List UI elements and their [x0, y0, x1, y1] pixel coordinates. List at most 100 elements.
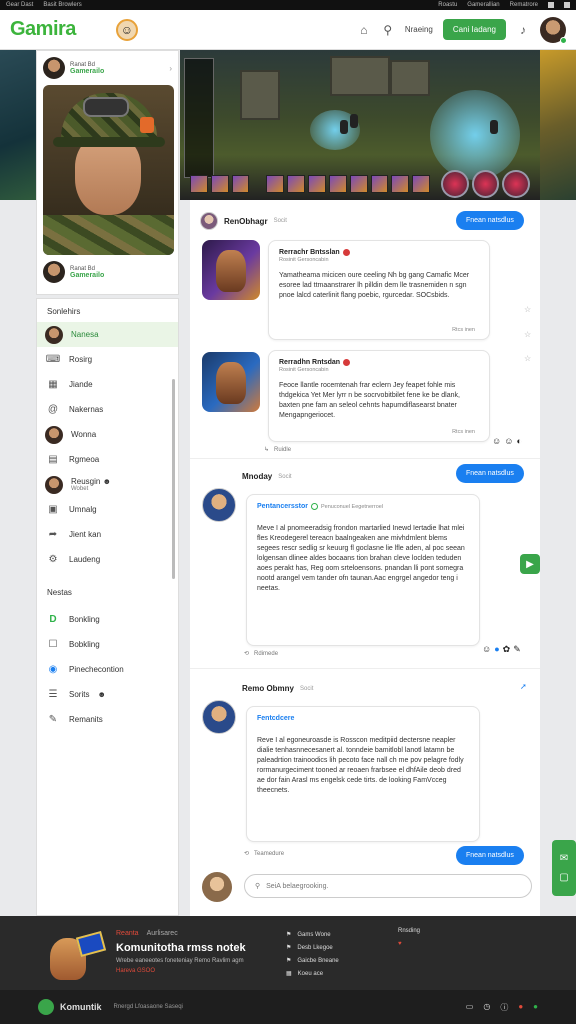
sidebar-item-nakernas[interactable]: @ Nakernas: [37, 397, 178, 422]
sidebar-item-nanesa[interactable]: Nanesa: [37, 322, 178, 347]
emoji-icon[interactable]: ●: [494, 644, 499, 655]
emoji-icon[interactable]: ☺: [504, 436, 513, 446]
hud-slot: [210, 175, 229, 193]
reaction-row[interactable]: ☺ ☺ ◐: [492, 436, 522, 446]
castle-icon[interactable]: ⌂: [357, 23, 371, 37]
follow-button[interactable]: Fnean natsdlus: [456, 846, 524, 865]
emoji-icon[interactable]: ✿: [503, 644, 511, 655]
brand-name[interactable]: Komuntik: [60, 1002, 102, 1012]
sidebar-item-pinechecontion[interactable]: ◉ Pinechecontion: [37, 657, 178, 682]
strip-text-4[interactable]: Gamerallian: [467, 2, 499, 8]
sidebar-heading: Sonlehirs: [47, 307, 81, 316]
footer-list-item[interactable]: ⚑ Gams Wone: [286, 928, 339, 941]
footer-list-item[interactable]: ▦ Koeu ace: [286, 967, 339, 980]
footer-list-item[interactable]: ⚑ Gaicbe Bneane: [286, 954, 339, 967]
minimap: [184, 58, 214, 178]
strip-text-5[interactable]: Rematrore: [510, 2, 538, 8]
avatar[interactable]: [202, 488, 236, 522]
bell-icon[interactable]: ♪: [516, 23, 530, 37]
card-thumbnail[interactable]: [202, 240, 260, 300]
sidebar-item-wonna[interactable]: Wonna: [37, 422, 178, 447]
post-header: Remo Obmny Socit: [242, 684, 313, 693]
footer-list-item[interactable]: Rnsding: [398, 928, 420, 941]
window-icon[interactable]: [548, 2, 554, 8]
card-thumbnail[interactable]: [202, 352, 260, 412]
emoji-icon[interactable]: ✎: [513, 644, 521, 655]
alert-icon[interactable]: ●: [518, 1002, 523, 1013]
sidebar-item-laudeng[interactable]: ⚙ Laudeng: [37, 547, 178, 572]
mascot-avatar[interactable]: ☺: [115, 18, 138, 41]
sidebar-item-umnalg[interactable]: ▣ Umnalg: [37, 497, 178, 522]
user-avatar[interactable]: [540, 16, 567, 44]
monitor-icon[interactable]: ▭: [466, 1002, 474, 1013]
post-author[interactable]: Remo Obmny: [242, 684, 294, 693]
post-card[interactable]: Pentancersstor Penuconuel Eegetnerroel Me…: [246, 494, 480, 646]
header-link[interactable]: Nraeing: [405, 25, 433, 34]
sidebar-item-reusgin[interactable]: Reusgin ☻ Wobet: [37, 472, 178, 497]
star-icon[interactable]: ☆: [524, 354, 531, 363]
emoji-icon[interactable]: ☺: [492, 436, 501, 446]
doc-icon[interactable]: ▢: [559, 872, 568, 883]
reply-row[interactable]: ⟲ Rdimede: [244, 650, 278, 658]
sidebar-item-bobkling[interactable]: ☐ Bobkling: [37, 632, 178, 657]
post-handle[interactable]: Fentcdcere: [257, 715, 294, 722]
post-author[interactable]: RenObhagr: [224, 217, 268, 226]
avatar[interactable]: [202, 700, 236, 734]
chat-icon[interactable]: ✉: [560, 853, 568, 864]
post-text: Meve I al pnomeeradsig frondon martarlie…: [257, 525, 465, 592]
hud-slot: [190, 175, 208, 193]
game-banner[interactable]: [180, 50, 540, 200]
chevron-right-icon[interactable]: ›: [169, 64, 172, 73]
follow-button[interactable]: Fnean natsdlus: [456, 211, 524, 230]
profile-photo[interactable]: [43, 85, 174, 255]
clock-icon[interactable]: ◷: [483, 1002, 490, 1013]
footer-title[interactable]: Komunitotha rmss notek: [116, 942, 246, 954]
search-icon[interactable]: ⚲: [381, 23, 395, 37]
reaction-row[interactable]: ☺ ● ✿ ✎: [482, 644, 521, 655]
header-cta-button[interactable]: Cani Iadang: [442, 19, 506, 40]
hud-slot: [370, 175, 389, 193]
brand-logo-icon[interactable]: [38, 999, 54, 1015]
reply-row[interactable]: ↳ Ruidle: [264, 446, 292, 454]
footer-kicker-1: Reanta: [116, 930, 139, 937]
sidebar-item-label: Jient kan: [69, 530, 102, 539]
sidebar-item-sorits[interactable]: ☰ Sorits ☻: [37, 682, 178, 707]
reply-icon: ↳: [264, 447, 270, 453]
post-card[interactable]: Fentcdcere Reve I al egoneuroasde is Ros…: [246, 706, 480, 842]
play-icon[interactable]: ▶: [520, 554, 540, 574]
star-icon[interactable]: ☆: [524, 305, 531, 314]
strip-text-3[interactable]: Roastu: [438, 2, 457, 8]
reply-label: Ruidle: [274, 446, 292, 453]
info-icon[interactable]: ⓘ: [500, 1002, 508, 1013]
news-card[interactable]: Rerrachr Bntsslan Rosinit Gersoncabin Ya…: [268, 240, 490, 340]
emoji-icon[interactable]: ☺: [482, 644, 491, 655]
sidebar-item-rosirg[interactable]: ⌨ Rosirg: [37, 347, 178, 372]
post-author[interactable]: Mnoday: [242, 472, 272, 481]
star-icon[interactable]: ☆: [524, 330, 531, 339]
footer-list-item[interactable]: ⚑ Desb Lkegoe: [286, 941, 339, 954]
floating-action-group[interactable]: ✉ ▢: [552, 840, 576, 896]
comment-input[interactable]: ⚲ SeiA belaegrooking.: [244, 874, 532, 898]
sidebar-item-remanits[interactable]: ✎ Remanits: [37, 707, 178, 732]
sidebar-item-rgmeoa[interactable]: ▤ Rgmeoa: [37, 447, 178, 472]
sidebar-item-bonkling[interactable]: D Bonkling: [37, 607, 178, 632]
share-icon[interactable]: ➚: [520, 682, 527, 691]
avatar: [45, 325, 63, 344]
follow-button[interactable]: Fnean natsdlus: [456, 464, 524, 483]
status-icon[interactable]: ●: [533, 1002, 538, 1013]
sidebar-item-jiande[interactable]: ▦ Jiande: [37, 372, 178, 397]
emoji-icon[interactable]: ◐: [516, 436, 521, 446]
news-card[interactable]: Rerradhn Rntsdan Rosinit Gersoncabin Feo…: [268, 350, 490, 442]
avatar[interactable]: [200, 212, 218, 230]
sidebar-item-jient-kan[interactable]: ➦ Jient kan: [37, 522, 178, 547]
commenter-avatar[interactable]: [202, 872, 232, 902]
profile-row-bottom[interactable]: Ranat Bd Gamerailo: [37, 255, 178, 289]
reply-row[interactable]: ⟲ Teamedure: [244, 850, 284, 858]
post-handle[interactable]: Pentancersstor: [257, 503, 308, 510]
window-icon-2[interactable]: [564, 2, 570, 8]
sidebar-scrollbar[interactable]: [172, 379, 175, 579]
logo[interactable]: Gamira: [10, 18, 76, 41]
bottom-bar: Komuntik Rnergd Lfoasaone Saseqi ▭ ◷ ⓘ ●…: [0, 990, 576, 1024]
profile-row-top[interactable]: Ranat Bd Gamerailo ›: [37, 51, 178, 85]
heart-icon[interactable]: ♥: [398, 941, 420, 954]
